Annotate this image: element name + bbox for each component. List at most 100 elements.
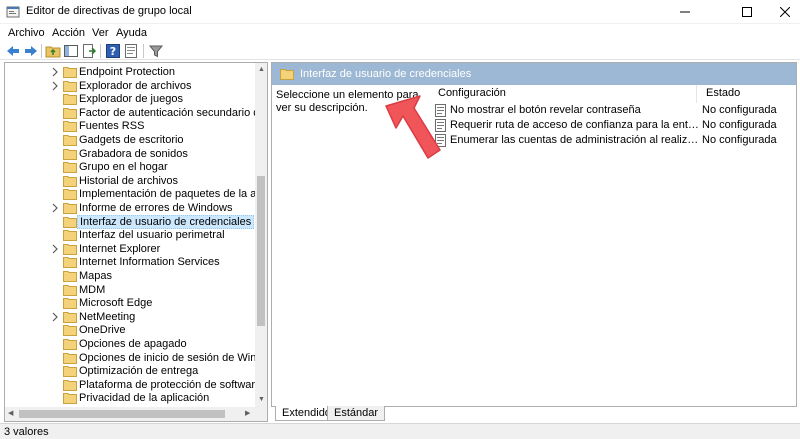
folder-icon	[63, 94, 77, 106]
setting-state: No configurada	[702, 119, 777, 131]
tree-vertical-scroll-thumb[interactable]	[257, 176, 265, 326]
folder-icon	[63, 271, 77, 282]
folder-icon	[63, 366, 77, 378]
chevron-right-icon[interactable]	[50, 311, 60, 323]
forward-arrow-icon[interactable]	[23, 43, 39, 59]
tree-item[interactable]: Opciones de inicio de sesión de Windows	[5, 351, 267, 365]
back-arrow-icon[interactable]	[5, 43, 21, 59]
status-bar: 3 valores	[0, 423, 800, 439]
tree-item[interactable]: Interfaz de usuario de credenciales	[5, 214, 255, 229]
close-button[interactable]	[770, 0, 800, 24]
scroll-left-icon[interactable]: ◀	[8, 409, 13, 419]
column-divider[interactable]	[696, 85, 697, 103]
tree-item[interactable]: Endpoint Protection	[5, 65, 255, 79]
folder-icon	[63, 67, 77, 78]
properties-icon[interactable]	[123, 43, 139, 59]
tree-item[interactable]: Microsoft Edge	[5, 296, 255, 310]
tree-item[interactable]: Historial de archivos	[5, 174, 255, 188]
tree-item[interactable]: Internet Explorer	[5, 242, 255, 256]
setting-row[interactable]: No mostrar el botón revelar contraseña No…	[435, 103, 777, 118]
tree-item-label: Implementación de paquetes de la aplicac…	[79, 188, 267, 201]
show-hide-tree-icon[interactable]	[63, 43, 79, 59]
folder-icon	[63, 243, 77, 255]
tree-item[interactable]: Informe de errores de Windows	[5, 201, 255, 215]
menu-accion[interactable]: Acción	[52, 27, 85, 39]
tree-item-label: Grupo en el hogar	[79, 161, 168, 174]
tree-item[interactable]: Opciones de apagado	[5, 337, 255, 351]
setting-name: Enumerar las cuentas de administración a…	[450, 134, 700, 146]
tree-item-label: Explorador de juegos	[79, 93, 183, 106]
setting-row[interactable]: Requerir ruta de acceso de confianza par…	[435, 118, 777, 133]
folder-icon	[63, 135, 77, 146]
tree-item-label: Opciones de inicio de sesión de Windows	[79, 351, 268, 364]
minimize-button[interactable]	[662, 0, 708, 24]
tree-item[interactable]: Fuentes RSS	[5, 119, 255, 133]
tree-item[interactable]: Internet Information Services	[5, 255, 255, 269]
folder-icon	[63, 216, 77, 228]
setting-state: No configurada	[702, 104, 777, 116]
filter-icon[interactable]	[148, 43, 164, 59]
toolbar: ?	[0, 42, 800, 60]
folder-icon	[63, 148, 77, 160]
tree-item[interactable]: Implementación de paquetes de la aplicac…	[5, 187, 267, 201]
tree-item[interactable]: Factor de autenticación secundario de Mi…	[5, 106, 267, 120]
tree-horizontal-scroll-thumb[interactable]	[19, 410, 225, 418]
up-folder-icon[interactable]	[45, 43, 61, 59]
tree-item[interactable]: MDM	[5, 283, 255, 297]
folder-icon	[63, 393, 77, 405]
tree-item[interactable]: Gadgets de escritorio	[5, 133, 255, 147]
status-text: 3 valores	[4, 426, 49, 438]
tree-item[interactable]: Explorador de juegos	[5, 92, 255, 106]
scroll-up-icon[interactable]: ▲	[258, 65, 265, 75]
help-icon[interactable]: ?	[105, 43, 121, 59]
tree-item-label: Interfaz del usuario perimetral	[79, 229, 225, 242]
tree-horizontal-scrollbar[interactable]: ◀ ▶	[5, 407, 267, 421]
tree-item-label: Privacidad de la aplicación	[79, 392, 210, 405]
setting-name: No mostrar el botón revelar contraseña	[450, 104, 641, 116]
tree-item-label: Internet Explorer	[79, 242, 161, 255]
menu-ver[interactable]: Ver	[92, 27, 109, 39]
tree-item-label: Informe de errores de Windows	[79, 202, 233, 214]
details-header: Interfaz de usuario de credenciales	[272, 63, 796, 85]
tree-item-label: Plataforma de protección de software	[79, 378, 262, 391]
tree-vertical-scrollbar[interactable]: ▲ ▼	[255, 63, 267, 407]
tree-item[interactable]: Interfaz del usuario perimetral	[5, 228, 255, 242]
tree-item[interactable]: Mapas	[5, 269, 255, 283]
tree-item[interactable]: Explorador de archivos	[5, 79, 255, 93]
maximize-button[interactable]	[724, 0, 770, 24]
scroll-down-icon[interactable]: ▼	[258, 395, 265, 405]
tab-estandar[interactable]: Estándar	[327, 406, 386, 421]
menu-archivo[interactable]: Archivo	[8, 27, 45, 39]
scroll-right-icon[interactable]: ▶	[245, 409, 250, 419]
folder-icon	[63, 298, 77, 310]
maximize-icon	[742, 7, 752, 17]
tree-item[interactable]: Grupo en el hogar	[5, 160, 255, 174]
folder-icon	[280, 69, 294, 80]
annotation-arrow-icon	[385, 95, 441, 159]
folder-icon	[63, 379, 77, 391]
column-header-state[interactable]: Estado	[706, 87, 740, 103]
chevron-right-icon[interactable]	[50, 66, 60, 78]
folder-icon	[63, 230, 77, 242]
column-header-setting[interactable]: Configuración	[438, 87, 506, 103]
details-panel: Interfaz de usuario de credenciales Sele…	[271, 62, 797, 407]
tree-item-label: MDM	[79, 283, 106, 296]
tree-item[interactable]: Grabadora de sonidos	[5, 147, 255, 161]
tree-item[interactable]: Privacidad de la aplicación	[5, 391, 255, 405]
tree-item[interactable]: Optimización de entrega	[5, 364, 255, 378]
policy-tree-panel[interactable]: Endpoint Protection Explorador de archivo…	[4, 62, 268, 422]
setting-row[interactable]: Enumerar las cuentas de administración a…	[435, 133, 777, 148]
export-list-icon[interactable]	[81, 43, 97, 59]
chevron-right-icon[interactable]	[50, 243, 60, 255]
tree-item[interactable]: OneDrive	[5, 323, 255, 337]
chevron-right-icon[interactable]	[50, 80, 60, 92]
chevron-right-icon[interactable]	[50, 202, 60, 214]
tree-item-label: OneDrive	[79, 324, 126, 337]
folder-icon	[63, 284, 77, 296]
tree-item[interactable]: NetMeeting	[5, 310, 255, 324]
tree-item-label: Interfaz de usuario de credenciales	[77, 214, 255, 229]
toolbar-separator	[100, 44, 101, 58]
menu-ayuda[interactable]: Ayuda	[116, 27, 147, 39]
tree-item[interactable]: Plataforma de protección de software	[5, 378, 261, 392]
setting-name: Requerir ruta de acceso de confianza par…	[450, 119, 700, 131]
